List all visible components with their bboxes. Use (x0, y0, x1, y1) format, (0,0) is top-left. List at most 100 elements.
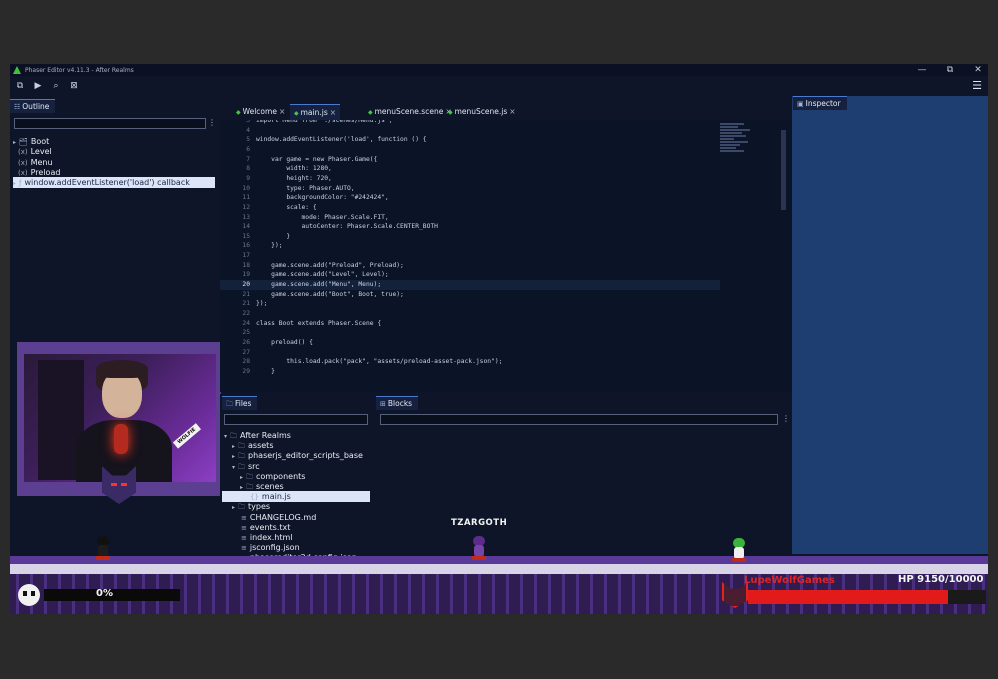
line-number: 20 (242, 281, 250, 289)
code-line: 10 type: Phaser.AUTO, (220, 184, 720, 194)
tab-main-js[interactable]: ◆ main.js × (290, 104, 341, 120)
line-code: } (256, 232, 291, 240)
purple-yoshi-sprite (470, 536, 488, 560)
close-tab-icon[interactable]: × (509, 107, 515, 116)
expand-arrow-icon[interactable]: ▸ (13, 180, 16, 187)
code-line: 18 game.scene.add("Preload", Preload); (220, 261, 720, 271)
close-tab-icon[interactable]: × (330, 108, 336, 117)
code-line: 24 class Boot extends Phaser.Scene { (220, 319, 720, 329)
expand-arrow-icon[interactable]: ▸ (232, 504, 235, 511)
game-ground (10, 556, 988, 614)
code-line: 19 game.scene.add("Level", Level); (220, 270, 720, 280)
blocks-panel: ⊞ Blocks ⋮ (374, 394, 792, 560)
file-icon: ≡ (241, 513, 247, 522)
play-icon[interactable]: ▶ (33, 81, 43, 91)
file-icon: ◆ (448, 109, 453, 116)
expand-arrow-icon[interactable]: ▸ (13, 139, 16, 146)
minimize-button[interactable]: — (916, 64, 928, 76)
progress-label: 0% (96, 588, 113, 599)
outline-item-label: Level (30, 147, 52, 157)
code-line: 11 backgroundColor: "#242424", (220, 193, 720, 203)
code-line: 16 }); (220, 241, 720, 251)
line-code: this.load.pack("pack", "assets/preload-a… (256, 358, 503, 366)
code-line: 8 width: 1280, (220, 164, 720, 174)
skull-icon (18, 584, 40, 606)
maximize-button[interactable]: ⧉ (944, 64, 956, 76)
line-number: 4 (246, 126, 250, 134)
outline-item-label: Menu (30, 157, 53, 167)
expand-arrow-icon[interactable]: ▸ (232, 453, 235, 460)
code-line: 15 } (220, 232, 720, 242)
blocks-menu-icon[interactable]: ⋮ (782, 414, 790, 423)
close-button[interactable]: ✕ (972, 64, 984, 76)
inspector-panel: ▣ Inspector (792, 96, 988, 554)
close-tab-icon[interactable]: × (279, 107, 285, 116)
file-tree-label: jsconfig.json (249, 543, 300, 553)
file-tree-label: src (248, 461, 260, 471)
expand-arrow-icon[interactable]: ▸ (232, 443, 235, 450)
file-icon: ◆ (294, 110, 299, 117)
tab-inspector[interactable]: ▣ Inspector (793, 96, 847, 110)
boss-hp-label: HP 9150/10000 (898, 574, 984, 585)
code-line: 6 (220, 145, 720, 155)
black-yoshi-sprite (94, 536, 112, 560)
code-editor[interactable]: 3 import Menu from "./scenes/Menu.js"; 4 5 w… (220, 120, 792, 392)
line-code: } (256, 367, 275, 375)
code-line: 13 mode: Phaser.Scale.FIT, (220, 213, 720, 223)
outline-menu-icon[interactable]: ⋮ (208, 118, 216, 127)
line-number: 16 (242, 242, 250, 250)
line-code: game.scene.add("Boot", Boot, true); (256, 290, 404, 298)
folder-icon: 🗀 (226, 400, 233, 408)
tab-menuscene-scene[interactable]: ◆ menuScene.scene × (364, 104, 456, 120)
line-number: 25 (242, 329, 250, 337)
code-line: 14 autoCenter: Phaser.Scale.CENTER_BOTH (220, 222, 720, 232)
expand-arrow-icon[interactable]: ▾ (224, 433, 227, 440)
line-code: game.scene.add("Preload", Preload); (256, 261, 404, 269)
tab-welcome[interactable]: ◆ Welcome × (232, 104, 289, 120)
tab-label: menuScene.js (454, 107, 508, 116)
line-number: 9 (246, 174, 250, 182)
files-filter-input[interactable] (224, 414, 368, 425)
file-icon: ◆ (368, 109, 373, 116)
main-menu-icon[interactable]: ☰ (972, 79, 982, 92)
export-icon[interactable]: ⊠ (69, 81, 79, 91)
code-line: 27 (220, 348, 720, 358)
file-icon: ≡ (241, 544, 247, 553)
code-line: 21}); (220, 299, 720, 309)
file-tree-label: index.html (249, 533, 293, 542)
webcam-badge: WOLFIE (173, 423, 202, 449)
line-code: type: Phaser.AUTO, (256, 184, 355, 192)
expand-arrow-icon[interactable]: ▸ (240, 474, 243, 481)
tab-outline[interactable]: ☷ Outline (10, 99, 56, 113)
line-code: scale: { (256, 203, 317, 211)
search-icon[interactable]: ⌕ (51, 81, 61, 91)
editor-scrollbar[interactable] (781, 130, 786, 210)
tab-files[interactable]: 🗀 Files (222, 396, 258, 410)
line-code: width: 1280, (256, 165, 332, 173)
line-number: 15 (242, 232, 250, 240)
folder-icon: 🗀 (238, 462, 246, 471)
line-code: backgroundColor: "#242424", (256, 194, 389, 202)
boss-hp-fill (748, 590, 949, 604)
outline-panel: ☷ Outline ⋮ ▸ 🗂 Boot (x) Level (x) Menu (x) Prelo… (10, 96, 220, 254)
tab-blocks[interactable]: ⊞ Blocks (376, 396, 419, 410)
expand-arrow-icon[interactable]: ▾ (232, 464, 235, 471)
files-panel: 🗀 Files ▾ 🗀 After Realms ▸ 🗀 assets ▸ 🗀 phaserjs_… (220, 394, 372, 562)
line-number: 27 (242, 348, 250, 356)
line-code: class Boot extends Phaser.Scene { (256, 319, 382, 327)
folder-icon: 🗀 (238, 503, 246, 512)
boss-hp-bar (748, 590, 986, 604)
code-minimap[interactable] (720, 122, 780, 162)
outline-filter-input[interactable] (14, 118, 206, 129)
file-icon: ≡ (241, 523, 247, 532)
expand-arrow-icon[interactable]: ▸ (240, 484, 243, 491)
code-line: 5 window.addEventListener('load', functio… (220, 135, 720, 145)
webcam-feed: WOLFIE (24, 354, 216, 482)
green-yoshi-sprite (730, 538, 748, 562)
outline-item-icon: 🗂 (19, 138, 28, 146)
blocks-filter-input[interactable] (380, 414, 778, 425)
open-project-icon[interactable]: ⧉ (15, 81, 25, 91)
outline-item[interactable]: ▸ ƒ window.addEventListener('load') callba… (13, 177, 215, 189)
tab-menuscene-js[interactable]: ◆ menuScene.js × (444, 104, 520, 120)
line-code: mode: Phaser.Scale.FIT, (256, 213, 389, 221)
